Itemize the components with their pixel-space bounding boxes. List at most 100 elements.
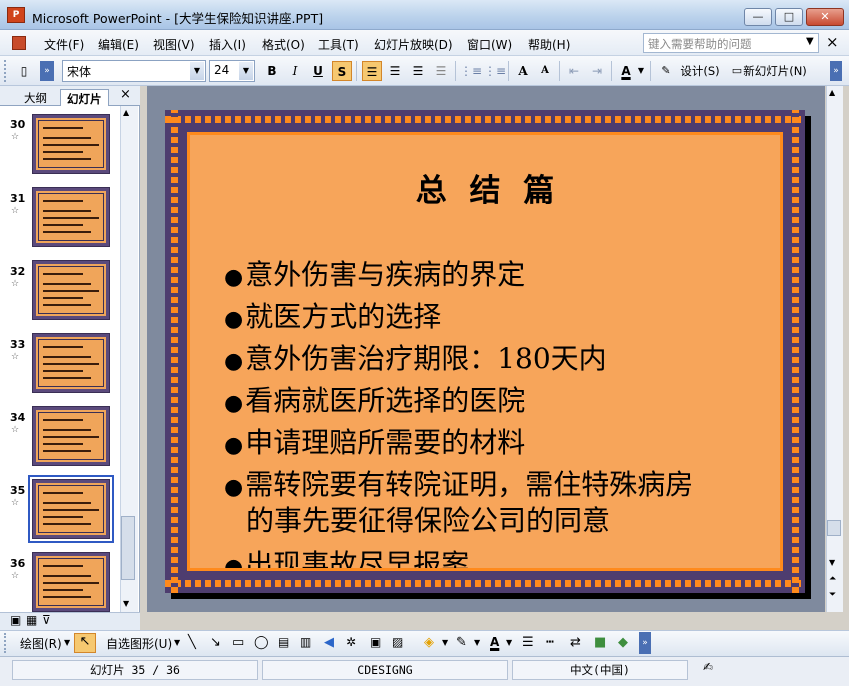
powerpoint-app-icon[interactable]: P [7,7,25,23]
menu-edit[interactable]: 编辑(E) [98,36,139,53]
document-icon[interactable] [12,36,26,50]
dash-style-icon[interactable]: ┅ [546,635,554,650]
justify-icon[interactable]: ☰ [431,61,451,81]
arrow-tool-icon[interactable]: ↘ [210,635,221,650]
tab-slides[interactable]: 幻灯片 [60,89,109,106]
menu-tools[interactable]: 工具(T) [318,36,359,53]
line-color-icon[interactable]: ✎ [456,635,467,650]
italic-button[interactable]: I [285,61,305,81]
chevron-down-icon[interactable]: ▼ [442,638,448,647]
slideshow-view-icon[interactable]: ⊽ [42,613,51,627]
normal-view-icon[interactable]: ▣ [10,613,21,627]
help-dropdown-arrow-icon[interactable]: ▼ [806,36,814,47]
slide-thumbnail-34[interactable] [32,406,110,466]
slide-thumbnail-35-selected[interactable] [28,475,114,543]
slide-thumbnail-30[interactable] [32,114,110,174]
slide-sorter-view-icon[interactable]: ▦ [26,613,37,627]
font-size-combo[interactable]: 24 ▼ [209,60,255,82]
menu-help[interactable]: 帮助(H) [528,36,570,53]
toolbar-grip-icon[interactable] [4,633,8,653]
slide-title[interactable]: 总 结 篇 [190,165,780,210]
toolbar-options-icon[interactable]: » [40,61,54,81]
chevron-down-icon[interactable]: ▼ [174,638,180,647]
close-document-button[interactable]: × [826,33,839,51]
menu-format[interactable]: 格式(O) [262,36,305,53]
clipart-icon[interactable]: ▣ [370,635,381,649]
menu-slideshow[interactable]: 幻灯片放映(D) [374,36,453,53]
slide-thumbnail-32[interactable] [32,260,110,320]
align-right-icon[interactable]: ☰ [408,61,428,81]
scroll-thumb[interactable] [827,520,841,536]
maximize-button[interactable]: □ [775,8,803,26]
design-icon[interactable]: ✎ [656,61,676,81]
bullet-item[interactable]: ●意外伤害治疗期限：180天内 [224,337,607,377]
spelling-check-icon[interactable]: ✍ [698,660,718,678]
slide-thumbnail-33[interactable] [32,333,110,393]
chevron-down-icon[interactable]: ▼ [64,638,70,647]
menu-file[interactable]: 文件(F) [44,36,84,53]
design-button[interactable]: 设计(S) [675,61,725,81]
shadow-button[interactable]: S [332,61,352,81]
previous-slide-icon[interactable]: ⏶ [829,574,836,584]
new-slide-button[interactable]: 新幻灯片(N) [742,61,808,81]
scroll-down-icon[interactable]: ▼ [123,599,129,608]
align-center-icon[interactable]: ☰ [385,61,405,81]
bullet-item[interactable]: ●需转院要有转院证明，需住特殊病房 [224,463,693,503]
menu-window[interactable]: 窗口(W) [467,36,512,53]
chevron-down-icon[interactable]: ▼ [636,61,646,81]
line-tool-icon[interactable]: ╲ [188,635,196,650]
numbering-icon[interactable]: ⋮≡ [460,61,482,81]
bullet-item[interactable]: ●就医方式的选择 [224,295,441,335]
rectangle-tool-icon[interactable]: ▭ [232,635,244,650]
toolbar-options-icon[interactable]: » [639,632,651,654]
line-style-icon[interactable]: ☰ [522,635,534,650]
help-search-input[interactable]: 键入需要帮助的问题 [643,33,819,53]
bullet-item[interactable]: ●出现事故尽早报案 [224,543,469,568]
align-left-icon[interactable]: ☰ [362,61,382,81]
diagram-icon[interactable]: ✲ [346,635,356,649]
toolbar-options-icon[interactable]: » [830,61,842,81]
3d-style-icon[interactable]: ◆ [618,635,628,650]
draw-menu-button[interactable]: 绘图(R) [20,635,62,652]
slide-thumbnail-31[interactable] [32,187,110,247]
font-color-button[interactable]: A [616,61,636,81]
close-pane-button[interactable]: × [120,87,131,102]
menu-view[interactable]: 视图(V) [153,36,195,53]
next-slide-icon[interactable]: ⏷ [829,590,836,600]
arrow-style-icon[interactable]: ⇄ [570,635,581,650]
minimize-button[interactable]: — [744,8,772,26]
close-button[interactable]: ✕ [806,8,844,26]
scroll-up-icon[interactable]: ▲ [123,108,129,117]
menu-insert[interactable]: 插入(I) [209,36,246,53]
vertical-textbox-icon[interactable]: ▥ [300,635,311,649]
insert-picture-icon[interactable]: ▨ [392,635,403,649]
increase-font-button[interactable]: A [513,61,533,81]
bullet-continuation[interactable]: 的事先要征得保险公司的同意 [246,499,610,539]
scroll-thumb[interactable] [121,516,135,580]
scroll-down-icon[interactable]: ▼ [829,558,835,567]
bullet-item[interactable]: ●意外伤害与疾病的界定 [224,253,525,293]
new-document-icon[interactable]: ▯ [14,61,34,81]
textbox-tool-icon[interactable]: ▤ [278,635,289,649]
chevron-down-icon[interactable]: ▼ [239,62,253,80]
oval-tool-icon[interactable]: ◯ [254,635,269,650]
text-color-icon[interactable]: A [490,635,499,649]
wordart-icon[interactable]: ◀ [324,635,334,650]
bullets-icon[interactable]: ⋮≡ [484,61,506,81]
fill-color-icon[interactable]: ◈ [424,635,434,650]
increase-indent-icon[interactable]: ⇥ [587,61,607,81]
slide-thumbnail-36[interactable] [32,552,110,612]
select-pointer-icon[interactable]: ↖ [74,633,96,653]
autoshapes-button[interactable]: 自选图形(U) [106,635,172,652]
shadow-style-icon[interactable]: ■ [594,635,606,650]
bold-button[interactable]: B [262,61,282,81]
current-slide[interactable]: 总 结 篇 ●意外伤害与疾病的界定 ●就医方式的选择 ●意外伤害治疗期限：180… [165,110,805,593]
scroll-up-icon[interactable]: ▲ [829,88,835,97]
tab-outline[interactable]: 大纲 [18,89,53,106]
bullet-item[interactable]: ●看病就医所选择的医院 [224,379,525,419]
bullet-item[interactable]: ●申请理赔所需要的材料 [224,421,525,461]
toolbar-grip-icon[interactable] [4,60,8,82]
chevron-down-icon[interactable]: ▼ [506,638,512,647]
decrease-indent-icon[interactable]: ⇤ [564,61,584,81]
chevron-down-icon[interactable]: ▼ [474,638,480,647]
